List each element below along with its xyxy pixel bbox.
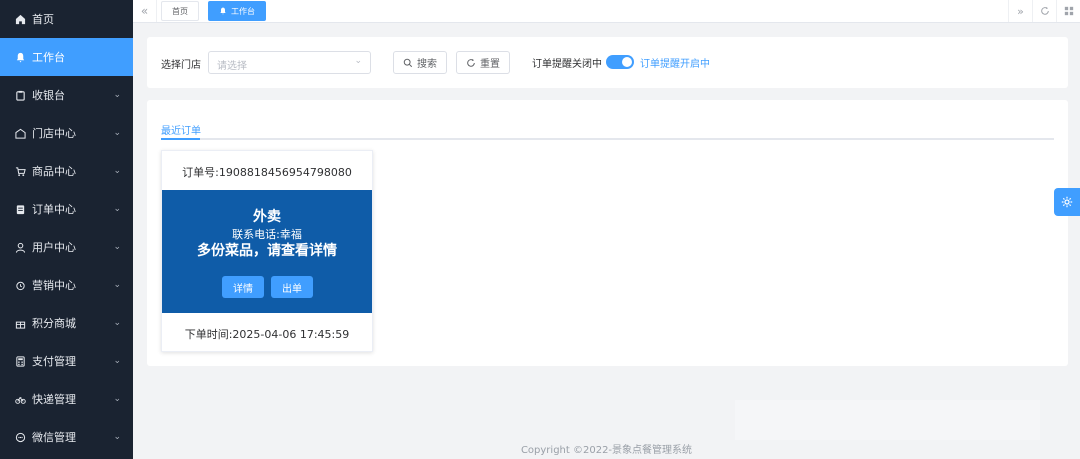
calculator-icon [14, 355, 26, 367]
alarm-icon [14, 279, 26, 291]
refresh-icon [466, 58, 476, 68]
sidebar-item-products[interactable]: 商品中心 ⌄ [0, 152, 133, 190]
sidebar-item-payments[interactable]: 支付管理 ⌄ [0, 342, 133, 380]
reset-button-label: 重置 [480, 59, 500, 70]
toggle-knob [622, 57, 632, 67]
active-tab-indicator [161, 138, 200, 140]
chevron-down-icon: ⌄ [113, 166, 121, 176]
store-icon [14, 127, 26, 139]
settings-float-button[interactable] [1054, 188, 1080, 216]
sidebar-item-label: 快递管理 [32, 393, 76, 406]
store-select-placeholder: 请选择 [217, 61, 247, 72]
sidebar-item-label: 首页 [32, 13, 54, 26]
gift-icon [14, 317, 26, 329]
sidebar-item-label: 积分商城 [32, 317, 76, 330]
tab-recent-orders[interactable]: 最近订单 [161, 122, 201, 137]
sidebar-item-users[interactable]: 用户中心 ⌄ [0, 228, 133, 266]
sidebar-item-label: 微信管理 [32, 431, 76, 444]
chevron-down-icon: ⌄ [113, 242, 121, 252]
store-label: 选择门店 [161, 60, 201, 71]
bell-icon [219, 7, 227, 15]
sidebar-item-points-mall[interactable]: 积分商城 ⌄ [0, 304, 133, 342]
reminder-on-label: 订单提醒开启中 [640, 59, 710, 70]
order-type: 外卖 [253, 209, 281, 225]
tab-home[interactable]: 首页 [161, 1, 199, 21]
sidebar-item-home[interactable]: 首页 [0, 0, 133, 38]
tab-label: 工作台 [231, 6, 255, 16]
scroll-right-icon[interactable]: » [1008, 0, 1032, 22]
cart-icon [14, 165, 26, 177]
sidebar-item-marketing[interactable]: 营销中心 ⌄ [0, 266, 133, 304]
search-button-label: 搜索 [417, 59, 437, 70]
chevron-down-icon: ⌄ [354, 56, 362, 66]
bell-icon [14, 51, 26, 63]
sidebar-item-workbench[interactable]: 工作台 [0, 38, 133, 76]
bicycle-icon [14, 393, 26, 405]
sidebar-item-label: 商品中心 [32, 165, 76, 178]
chevron-down-icon: ⌄ [113, 204, 121, 214]
sidebar: 首页 工作台 收银台 ⌄ 门店中心 ⌄ 商品中心 ⌄ 订单中心 ⌄ 用户中心 ⌄… [0, 0, 133, 459]
reminder-off-label: 订单提醒关闭中 [532, 59, 602, 70]
store-select[interactable]: 请选择 ⌄ [208, 51, 371, 74]
chevron-down-icon: ⌄ [113, 280, 121, 290]
sidebar-item-cashier[interactable]: 收银台 ⌄ [0, 76, 133, 114]
gear-icon [1061, 193, 1073, 212]
order-number: 订单号:1908818456954798080 [182, 166, 352, 179]
chevron-down-icon: ⌄ [113, 318, 121, 328]
sidebar-item-delivery[interactable]: 快递管理 ⌄ [0, 380, 133, 418]
clipboard-icon [14, 89, 26, 101]
sidebar-item-label: 工作台 [32, 51, 65, 64]
chat-icon [14, 431, 26, 443]
filter-card: 选择门店 请选择 ⌄ 搜索 重置 订单提醒关闭中 订单提醒开启中 [147, 37, 1068, 88]
footer-copyright: Copyright ©2022-景象点餐管理系统 [520, 445, 693, 456]
order-detail-button[interactable]: 详情 [222, 276, 264, 298]
sidebar-item-label: 门店中心 [32, 127, 76, 140]
sidebar-item-stores[interactable]: 门店中心 ⌄ [0, 114, 133, 152]
tabs-bar: « 首页 工作台 » [133, 0, 1080, 23]
order-summary: 外卖 联系电话:幸福 多份菜品，请查看详情 详情 出单 [162, 190, 372, 313]
scroll-left-icon[interactable]: « [133, 0, 157, 22]
sidebar-item-label: 营销中心 [32, 279, 76, 292]
order-icon [14, 203, 26, 215]
refresh-icon[interactable] [1032, 0, 1056, 22]
chevron-down-icon: ⌄ [113, 394, 121, 404]
order-time: 下单时间:2025-04-06 17:45:59 [184, 328, 350, 341]
sidebar-item-wechat[interactable]: 微信管理 ⌄ [0, 418, 133, 456]
order-ship-button[interactable]: 出单 [271, 276, 313, 298]
order-message: 多份菜品，请查看详情 [197, 243, 337, 259]
faded-overlay [735, 400, 1040, 440]
sidebar-item-orders[interactable]: 订单中心 ⌄ [0, 190, 133, 228]
sidebar-item-label: 订单中心 [32, 203, 76, 216]
chevron-down-icon: ⌄ [113, 90, 121, 100]
search-button[interactable]: 搜索 [393, 51, 447, 74]
home-icon [14, 13, 26, 25]
reminder-toggle[interactable] [606, 55, 634, 69]
tab-workbench[interactable]: 工作台 [208, 1, 266, 21]
sidebar-item-label: 收银台 [32, 89, 65, 102]
sidebar-item-label: 支付管理 [32, 355, 76, 368]
orders-panel: 最近订单 订单号:1908818456954798080 外卖 联系电话:幸福 … [147, 100, 1068, 366]
order-card: 订单号:1908818456954798080 外卖 联系电话:幸福 多份菜品，… [161, 150, 373, 352]
tab-label: 首页 [172, 6, 188, 16]
user-icon [14, 241, 26, 253]
sidebar-item-label: 用户中心 [32, 241, 76, 254]
reset-button[interactable]: 重置 [456, 51, 510, 74]
chevron-down-icon: ⌄ [113, 432, 121, 442]
chevron-down-icon: ⌄ [113, 356, 121, 366]
search-icon [403, 58, 413, 68]
tab-divider [161, 138, 1054, 140]
grid-menu-icon[interactable] [1056, 0, 1080, 22]
chevron-down-icon: ⌄ [113, 128, 121, 138]
